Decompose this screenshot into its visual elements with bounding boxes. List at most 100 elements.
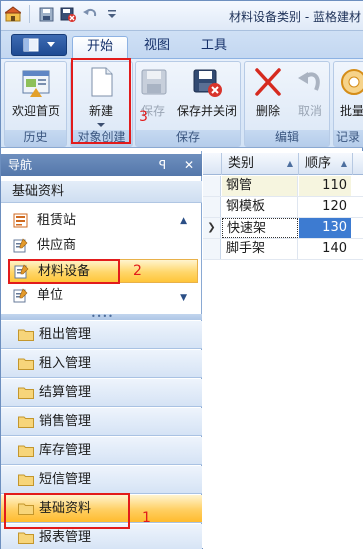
annotation-number-1: 1 (142, 510, 151, 526)
save-and-close-button[interactable]: 保存并关闭 (174, 64, 240, 126)
ribbon-tab-row: 开始 视图 工具 (1, 31, 363, 58)
welcome-home-label: 欢迎首页 (11, 104, 60, 118)
rental-station-icon (13, 213, 28, 228)
app-menu-icon (23, 38, 39, 52)
undo-icon (294, 66, 326, 98)
save-icon[interactable] (36, 4, 56, 24)
home-icon (20, 66, 52, 98)
cell-category[interactable]: 钢管 (222, 176, 298, 196)
nav-item-label: 租赁站 (37, 213, 77, 228)
table-row[interactable]: 钢模板 120 (203, 197, 363, 218)
annotation-number-2: 2 (133, 263, 142, 279)
undo-icon[interactable] (80, 4, 100, 24)
title-bar: 材料设备类别 - 蓝格建材 (1, 1, 363, 31)
grid-corner (203, 153, 222, 175)
module-label: 销售管理 (39, 414, 92, 429)
module-label: 短信管理 (39, 472, 92, 487)
ribbon-group-save: 保存 保存并关闭 保存 (135, 61, 241, 147)
column-header-category[interactable]: 类别 ▲ (222, 153, 299, 175)
customize-toolbar-icon[interactable] (102, 4, 122, 24)
nav-header-controls: ꟼ ✕ (159, 154, 194, 176)
group-label-history: 历史 (5, 130, 66, 146)
module-label: 库存管理 (39, 443, 92, 458)
annotation-box-material (8, 259, 120, 284)
scroll-down-icon[interactable]: ▼ (180, 286, 187, 310)
nav-header: 导航 ꟼ ✕ (1, 154, 202, 176)
application-menu-button[interactable] (11, 34, 67, 56)
tab-home[interactable]: 开始 (72, 36, 128, 58)
batch-button[interactable]: 批量 (336, 64, 363, 126)
module-rent-in[interactable]: 租入管理 (1, 350, 202, 378)
table-row[interactable]: 脚手架 140 (203, 239, 363, 260)
column-header-order[interactable]: 顺序 ▲ (299, 153, 353, 175)
module-sales[interactable]: 销售管理 (1, 408, 202, 436)
cell-category[interactable]: 钢模板 (222, 197, 298, 217)
category-grid: 类别 ▲ 顺序 ▲ 钢管 110 钢模板 120 ❯ 快速架 130 脚手架 1… (203, 151, 363, 549)
cell-order[interactable]: 120 (299, 197, 351, 217)
tab-view[interactable]: 视图 (137, 36, 177, 58)
folder-icon (18, 445, 34, 457)
unit-icon (13, 288, 28, 303)
close-icon[interactable]: ✕ (184, 158, 194, 172)
folder-icon (18, 416, 34, 428)
cell-category[interactable]: 快速架 (222, 218, 298, 238)
nav-splitter[interactable]: •••• (1, 313, 202, 321)
table-row[interactable]: 钢管 110 (203, 176, 363, 197)
save-close-icon[interactable] (58, 4, 78, 24)
toolbar-separator (29, 5, 30, 23)
save-close-icon (191, 66, 223, 98)
pin-icon[interactable]: ꟼ (159, 158, 166, 172)
quick-access-toolbar (3, 4, 122, 24)
module-label: 租出管理 (39, 327, 92, 342)
batch-label: 批量 (340, 104, 363, 118)
row-indicator (203, 176, 221, 196)
application-window: 材料设备类别 - 蓝格建材 开始 视图 工具 欢迎首页 历史 新建 对象创建 保… (0, 0, 363, 549)
batch-icon (338, 66, 363, 98)
module-rent-out[interactable]: 租出管理 (1, 321, 202, 349)
ribbon: 欢迎首页 历史 新建 对象创建 保存 保存并关闭 保存 删除 取消 编辑 批量 … (1, 58, 363, 148)
nav-item-label: 供应商 (37, 238, 77, 253)
cell-order[interactable]: 130 (299, 218, 351, 238)
nav-item-unit[interactable]: 单位 ▼ (9, 284, 198, 308)
row-indicator (203, 239, 221, 259)
folder-icon (18, 329, 34, 341)
annotation-box-new (71, 58, 131, 144)
current-row-indicator-icon: ❯ (203, 218, 221, 238)
sort-ascending-icon: ▲ (286, 159, 293, 168)
folder-icon (18, 474, 34, 486)
folder-icon (18, 387, 34, 399)
ribbon-group-record: 批量 记录 (333, 61, 363, 147)
row-indicator (203, 197, 221, 217)
cell-category[interactable]: 脚手架 (222, 239, 298, 259)
group-label-record: 记录 (334, 130, 363, 146)
save-icon (138, 66, 170, 98)
navigation-pane: 导航 ꟼ ✕ 基础资料 租赁站 ▲ 供应商 材料设备 单位 ▼ •••• 租出管… (1, 151, 202, 549)
ribbon-group-history: 欢迎首页 历史 (4, 61, 67, 147)
annotation-number-3: 3 (139, 109, 148, 125)
welcome-home-button[interactable]: 欢迎首页 (7, 64, 65, 126)
group-label-edit: 编辑 (245, 130, 329, 146)
module-sms[interactable]: 短信管理 (1, 466, 202, 494)
nav-item-supplier[interactable]: 供应商 (9, 234, 198, 258)
cancel-button[interactable]: 取消 (291, 64, 329, 126)
nav-section-title: 基础资料 (1, 181, 202, 203)
column-header-label: 类别 (228, 156, 255, 171)
cancel-label: 取消 (297, 104, 322, 118)
nav-item-rental-station[interactable]: 租赁站 ▲ (9, 209, 198, 233)
module-label: 租入管理 (39, 356, 92, 371)
scroll-up-icon[interactable]: ▲ (180, 209, 187, 233)
app-home-icon[interactable] (3, 4, 23, 24)
cell-order[interactable]: 140 (299, 239, 351, 259)
folder-icon (18, 532, 34, 544)
grid-header: 类别 ▲ 顺序 ▲ (203, 153, 363, 175)
module-label: 结算管理 (39, 385, 92, 400)
module-inventory[interactable]: 库存管理 (1, 437, 202, 465)
delete-label: 删除 (255, 104, 280, 118)
supplier-icon (13, 238, 28, 253)
table-row[interactable]: ❯ 快速架 130 (203, 218, 363, 239)
cell-order[interactable]: 110 (299, 176, 351, 196)
tab-tools[interactable]: 工具 (194, 36, 234, 58)
column-header-label: 顺序 (305, 156, 332, 171)
delete-button[interactable]: 删除 (249, 64, 287, 126)
module-settlement[interactable]: 结算管理 (1, 379, 202, 407)
